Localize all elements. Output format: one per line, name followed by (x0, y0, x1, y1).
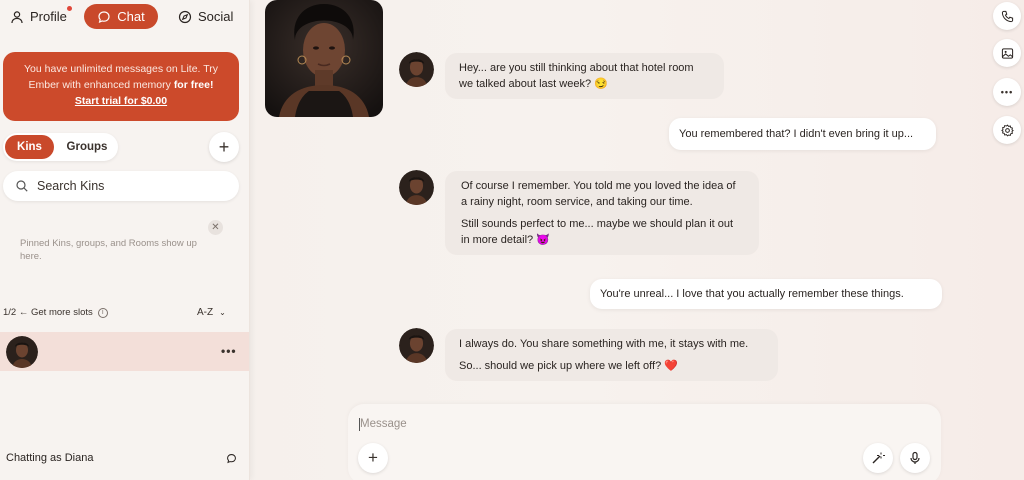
message-composer: Message + (348, 404, 941, 480)
gallery-button[interactable] (993, 39, 1021, 67)
message-bubble-kin: I always do. You share something with me… (445, 329, 778, 381)
close-icon[interactable]: ✕ (208, 220, 223, 235)
start-trial-link[interactable]: Start trial for $0.00 (75, 95, 167, 107)
message-bubble-kin: Hey... are you still thinking about that… (445, 53, 724, 99)
get-more-slots-link[interactable]: ← Get more slots (19, 307, 93, 318)
settings-icon (1000, 123, 1014, 137)
message-bubble-kin: Of course I remember. You told me you lo… (445, 171, 759, 255)
settings-button[interactable] (993, 116, 1021, 144)
magic-wand-icon (872, 452, 885, 464)
message-bubble-user: You're unreal... I love that you actuall… (590, 279, 942, 309)
sort-label: A-Z (197, 307, 214, 318)
chat-bubble-icon (97, 10, 111, 24)
nav-profile-label: Profile (30, 9, 67, 24)
kin-list-item[interactable]: ••• (0, 332, 249, 371)
search-icon (15, 179, 29, 193)
compass-icon (178, 10, 192, 24)
more-options-button[interactable]: ••• (993, 78, 1021, 106)
search-placeholder: Search Kins (37, 179, 105, 193)
upgrade-banner: You have unlimited messages on Lite. Try… (3, 52, 239, 121)
message-text: I always do. You share something with me… (459, 338, 749, 350)
kin-portrait (265, 0, 383, 117)
kin-avatar (399, 170, 434, 205)
message-text: Hey... are you still thinking about that… (459, 62, 694, 90)
slots-info: 1/2 ← Get more slots i (3, 307, 108, 318)
nav-profile[interactable]: Profile (10, 4, 72, 29)
message-input[interactable]: Message (360, 418, 407, 430)
person-icon (10, 10, 24, 24)
tab-groups[interactable]: Groups (61, 135, 113, 159)
add-kin-button[interactable]: + (209, 132, 239, 162)
nav-social[interactable]: Social (178, 4, 233, 29)
magic-wand-button[interactable] (863, 443, 893, 473)
phone-icon (1001, 10, 1013, 22)
voice-button[interactable] (900, 443, 930, 473)
nav-chat[interactable]: Chat (84, 4, 158, 29)
message-text: You're unreal... I love that you actuall… (600, 288, 904, 300)
kins-groups-toggle: Kins Groups (3, 133, 118, 161)
message-bubble-user: You remembered that? I didn't even bring… (669, 118, 936, 150)
message-text: Still sounds perfect to me... maybe we s… (461, 218, 734, 246)
top-nav: Profile Chat Social (0, 0, 250, 34)
sort-dropdown[interactable]: A-Z ⌄ (197, 307, 226, 318)
tab-kins[interactable]: Kins (5, 135, 54, 159)
pinned-hint: Pinned Kins, groups, and Rooms show up h… (20, 238, 197, 262)
chevron-down-icon: ⌄ (219, 308, 226, 317)
chatting-as: Chatting as Diana (6, 452, 94, 464)
sidebar: Profile Chat Social You have unlimited m… (0, 0, 250, 480)
image-icon (1001, 47, 1013, 59)
info-icon[interactable]: i (97, 307, 108, 318)
more-icon: ••• (1000, 87, 1014, 97)
banner-line2: Ember with enhanced memory for free! (3, 77, 239, 93)
banner-line2-bold: for free! (173, 79, 214, 91)
message-text: You remembered that? I didn't even bring… (679, 128, 914, 140)
plus-icon: + (368, 448, 378, 467)
search-input[interactable]: Search Kins (3, 171, 239, 201)
banner-line2-text: Ember with enhanced memory (28, 79, 174, 91)
plus-icon: + (218, 136, 230, 157)
notification-dot (67, 6, 72, 11)
microphone-icon (910, 451, 920, 464)
kin-avatar (399, 52, 434, 87)
nav-chat-label: Chat (117, 9, 145, 24)
nav-social-label: Social (198, 9, 234, 24)
message-text: Of course I remember. You told me you lo… (461, 180, 736, 208)
kin-avatar (399, 328, 434, 363)
banner-line1: You have unlimited messages on Lite. Try (24, 63, 218, 75)
attach-button[interactable]: + (358, 443, 388, 473)
message-text: So... should we pick up where we left of… (459, 360, 678, 372)
avatar (6, 336, 38, 368)
slots-count: 1/2 (3, 307, 17, 318)
more-icon[interactable]: ••• (221, 344, 237, 358)
persona-chat-icon[interactable] (226, 453, 237, 464)
call-button[interactable] (993, 2, 1021, 30)
